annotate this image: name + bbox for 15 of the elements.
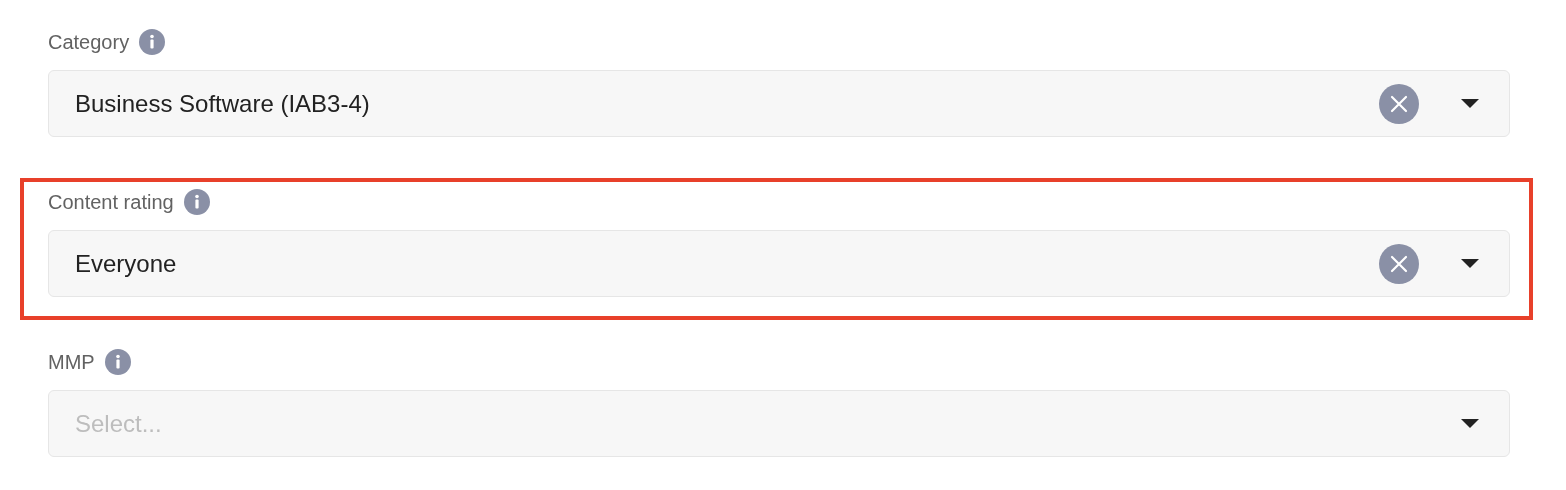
info-icon[interactable] bbox=[183, 189, 210, 215]
select-field[interactable]: Everyone bbox=[48, 230, 1510, 297]
caret-icon[interactable] bbox=[1461, 259, 1479, 268]
select-field[interactable]: Business Software (IAB3-4) bbox=[48, 70, 1510, 137]
caret-icon[interactable] bbox=[1461, 419, 1479, 428]
caret-icon[interactable] bbox=[1461, 99, 1479, 108]
field-label: Category bbox=[48, 30, 130, 54]
field-label: Content rating bbox=[48, 190, 174, 214]
clear-button[interactable] bbox=[1379, 243, 1419, 284]
close-icon bbox=[1390, 254, 1408, 273]
close-icon bbox=[1390, 94, 1408, 113]
info-icon[interactable] bbox=[139, 29, 166, 55]
clear-button[interactable] bbox=[1379, 83, 1419, 124]
info-icon[interactable] bbox=[104, 349, 131, 375]
field-label: MMP bbox=[48, 350, 95, 374]
